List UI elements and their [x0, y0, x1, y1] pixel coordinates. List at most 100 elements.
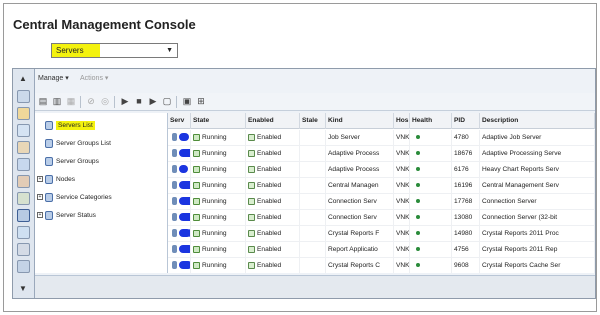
- tree-item-label: Server Groups List: [56, 140, 111, 147]
- categories-nav-icon[interactable]: [17, 141, 30, 154]
- column-header-stale[interactable]: Stale: [300, 113, 326, 129]
- tree-item-nodes[interactable]: + Nodes: [37, 174, 75, 186]
- servers-nav-icon[interactable]: [17, 90, 30, 103]
- start-icon[interactable]: ▶: [119, 95, 131, 108]
- host-cell: VNK: [394, 146, 410, 162]
- column-header-enabled[interactable]: Enabled: [246, 113, 300, 129]
- enabled-text: Enabled: [257, 166, 282, 173]
- column-header-description[interactable]: Description: [480, 113, 595, 129]
- new-server-icon[interactable]: ▤: [37, 95, 49, 108]
- list-nav-icon[interactable]: [17, 243, 30, 256]
- tree-item-server-status[interactable]: + Server Status: [37, 210, 96, 222]
- redacted-name-mark: [179, 149, 190, 158]
- health-cell: [410, 162, 452, 178]
- disable-icon[interactable]: ⊘: [85, 95, 97, 108]
- calendar-nav-icon[interactable]: [17, 192, 30, 205]
- pid-cell: 9608: [452, 258, 480, 273]
- actions-menu[interactable]: Actions ▾: [80, 71, 108, 87]
- table-row[interactable]: Running Enabled Central Managen VNK 16196 Cen…: [168, 178, 595, 194]
- metrics-icon[interactable]: ▣: [181, 95, 193, 108]
- tree-item-servers-list[interactable]: Servers List: [45, 120, 95, 132]
- column-header-state[interactable]: State: [191, 113, 246, 129]
- tree-item-label: Server Status: [56, 212, 96, 219]
- table-row[interactable]: Running Enabled Crystal Reports F VNK 14980 C…: [168, 226, 595, 242]
- enable-icon[interactable]: ◎: [99, 95, 111, 108]
- enabled-text: Enabled: [257, 262, 282, 269]
- server-name-cell: [168, 162, 191, 178]
- table-row[interactable]: Running Enabled Job Server VNK 4780 Adaptive …: [168, 130, 595, 146]
- health-ok-icon: [416, 247, 420, 252]
- manage-servers-icon[interactable]: ▥: [51, 95, 63, 108]
- enabled-status-icon: [248, 181, 255, 189]
- kind-cell: Connection Serv: [326, 210, 394, 226]
- column-header-server[interactable]: Serv: [168, 113, 191, 129]
- scroll-up-icon[interactable]: ▲: [16, 72, 30, 85]
- properties-icon[interactable]: ▦: [65, 95, 77, 108]
- folders-nav-icon[interactable]: [17, 107, 30, 120]
- health-ok-icon: [416, 215, 420, 220]
- column-header-kind[interactable]: Kind: [326, 113, 394, 129]
- enabled-status-icon: [248, 197, 255, 205]
- users-nav-icon[interactable]: [17, 158, 30, 171]
- toolbar: ▤ ▥ ▦ ⊘ ◎ ▶ ■ ▶ ▢ ▣ ⊞: [35, 93, 595, 111]
- placement-icon[interactable]: ⊞: [195, 95, 207, 108]
- personal-folders-nav-icon[interactable]: [17, 175, 30, 188]
- stale-cell: [300, 194, 326, 210]
- server-icon: [172, 133, 177, 142]
- column-header-pid[interactable]: PID: [452, 113, 480, 129]
- stop-icon[interactable]: ■: [133, 95, 145, 108]
- column-header-health[interactable]: Health: [410, 113, 452, 129]
- running-status-icon: [193, 213, 200, 221]
- table-row[interactable]: Running Enabled Adaptive Process VNK 18676 Ad…: [168, 146, 595, 162]
- health-ok-icon: [416, 167, 420, 172]
- inbox-nav-icon[interactable]: [17, 124, 30, 137]
- tree-item-server-groups[interactable]: Server Groups: [45, 156, 99, 168]
- manage-menu[interactable]: Manage ▾: [38, 71, 69, 87]
- description-cell: Adaptive Processing Serve: [480, 146, 595, 162]
- running-status-icon: [193, 133, 200, 141]
- server-icon: [172, 245, 177, 254]
- enabled-status-icon: [248, 213, 255, 221]
- tree-item-label: Server Groups: [56, 158, 99, 165]
- network-nav-icon[interactable]: [17, 226, 30, 239]
- table-row[interactable]: Running Enabled Adaptive Process VNK 6176 Hea…: [168, 162, 595, 178]
- health-cell: [410, 242, 452, 258]
- server-tree: Servers List Server Groups List Server G…: [35, 113, 168, 273]
- applications-nav-icon[interactable]: [17, 260, 30, 273]
- redacted-name-mark: [179, 245, 190, 254]
- state-text: Running: [202, 262, 227, 269]
- health-cell: [410, 210, 452, 226]
- pid-cell: 4756: [452, 242, 480, 258]
- table-row[interactable]: Running Enabled Connection Serv VNK 17768 Con…: [168, 194, 595, 210]
- menu-bar: Manage ▾ Actions ▾: [35, 71, 595, 87]
- host-cell: VNK: [394, 242, 410, 258]
- enabled-cell: Enabled: [246, 242, 300, 258]
- view-dropdown[interactable]: Servers ▼: [51, 43, 178, 58]
- table-row[interactable]: Running Enabled Connection Serv VNK 13080 Con…: [168, 210, 595, 226]
- column-header-host[interactable]: Hos: [394, 113, 410, 129]
- expand-icon[interactable]: +: [37, 194, 43, 201]
- restart-icon[interactable]: ▶: [147, 95, 159, 108]
- table-row[interactable]: Running Enabled Report Applicatio VNK 4756 Cr…: [168, 242, 595, 258]
- scroll-down-icon[interactable]: ▼: [16, 282, 30, 295]
- stale-cell: [300, 162, 326, 178]
- description-cell: Crystal Reports 2011 Rep: [480, 242, 595, 258]
- terminate-icon[interactable]: ▢: [161, 95, 173, 108]
- enabled-cell: Enabled: [246, 162, 300, 178]
- table-row[interactable]: Running Enabled Crystal Reports C VNK 9608 Cr…: [168, 258, 595, 273]
- server-name-cell: [168, 130, 191, 146]
- tree-item-server-groups-list[interactable]: Server Groups List: [45, 138, 111, 150]
- enabled-text: Enabled: [257, 230, 282, 237]
- tree-item-service-categories[interactable]: + Service Categories: [37, 192, 112, 204]
- server-icon: [172, 229, 177, 238]
- health-ok-icon: [416, 135, 420, 140]
- expand-icon[interactable]: +: [37, 212, 43, 219]
- state-cell: Running: [191, 178, 246, 194]
- redacted-name-mark: [179, 197, 190, 206]
- settings-nav-icon[interactable]: [17, 209, 30, 222]
- console-panel: ▲ ▼ Manage ▾ Actions ▾ ▤ ▥ ▦ ⊘ ◎ ▶ ■ ▶ ▢…: [12, 68, 596, 299]
- server-name-cell: [168, 210, 191, 226]
- expand-icon[interactable]: +: [37, 176, 43, 183]
- server-groups-list-icon: [45, 138, 53, 148]
- health-cell: [410, 226, 452, 242]
